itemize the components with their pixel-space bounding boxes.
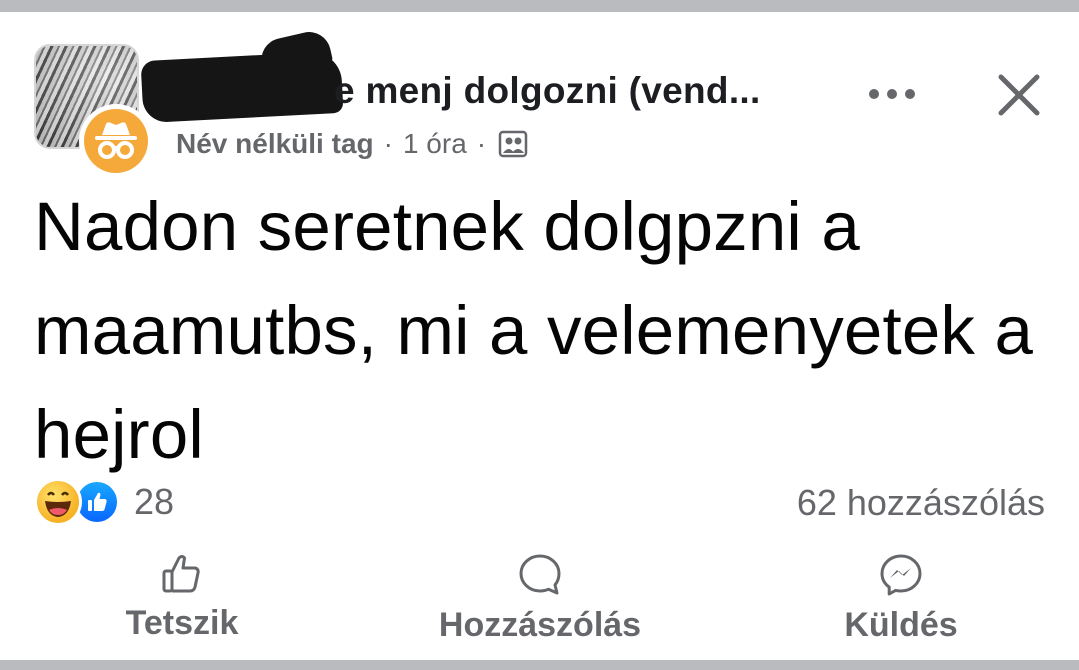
reaction-summary[interactable]: 28	[34, 472, 174, 532]
haha-reaction-icon	[34, 478, 82, 526]
post-body-text: Nadon seretnek dolgpzni a maamutbs, mi a…	[34, 188, 1034, 473]
meta-separator: ·	[383, 128, 393, 159]
incognito-icon	[95, 122, 137, 159]
post-card: e menj dolgozni (vend... Név nélküli tag…	[0, 12, 1079, 660]
comment-count[interactable]: 62 hozzászólás	[797, 482, 1045, 524]
post-meta: Név nélküli tag · 1 óra ·	[176, 128, 528, 160]
comment-label: Hozzászólás	[438, 606, 642, 644]
anonymous-avatar	[79, 104, 153, 178]
close-button[interactable]	[986, 62, 1052, 128]
action-bar: Tetszik Hozzászólás Küldés	[0, 552, 1079, 652]
messenger-icon	[880, 554, 922, 596]
reaction-count: 28	[134, 481, 175, 522]
meta-separator-2: ·	[476, 128, 487, 159]
send-button[interactable]: Küldés	[826, 552, 976, 645]
like-button[interactable]: Tetszik	[112, 552, 252, 643]
group-members-icon	[498, 130, 528, 158]
thumbs-up-icon	[162, 555, 200, 593]
group-name-link[interactable]: e menj dolgozni (vend...	[334, 70, 761, 112]
author-role[interactable]: Név nélküli tag	[176, 128, 374, 160]
like-label: Tetszik	[125, 604, 239, 642]
post-time[interactable]: 1 óra	[403, 128, 467, 160]
comment-button[interactable]: Hozzászólás	[420, 552, 660, 645]
comment-bubble-icon	[519, 554, 561, 595]
send-label: Küldés	[844, 606, 958, 644]
post-header: e menj dolgozni (vend... Név nélküli tag…	[34, 44, 1054, 178]
more-options-button[interactable]	[862, 74, 922, 114]
close-icon	[998, 74, 1040, 116]
ellipsis-icon	[869, 89, 915, 99]
redaction-mark	[140, 50, 344, 124]
